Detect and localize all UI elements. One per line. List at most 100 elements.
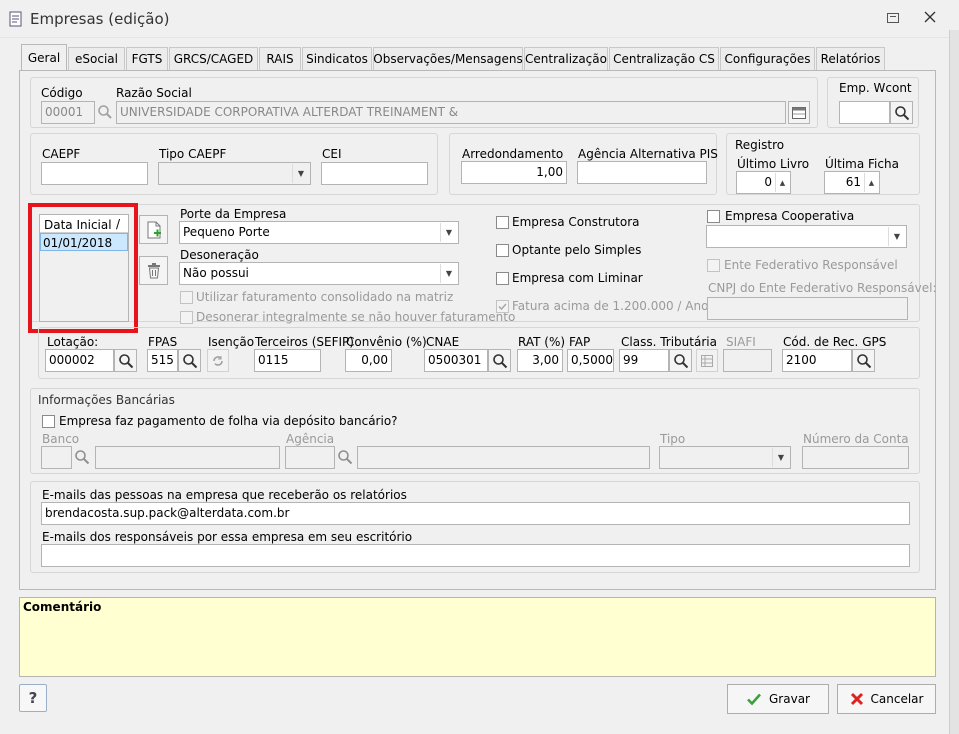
- agencia-pis-field[interactable]: [577, 161, 707, 184]
- faturamento-consolidado-checkbox[interactable]: [180, 291, 193, 304]
- cei-field[interactable]: [321, 162, 428, 185]
- desonerar-integral-checkbox[interactable]: [180, 311, 193, 324]
- search-icon: [673, 353, 688, 368]
- tab-observações-mensagens[interactable]: Observações/Mensagens: [373, 47, 523, 70]
- tab-geral[interactable]: Geral: [21, 44, 67, 71]
- deposito-label: Empresa faz pagamento de folha via depós…: [59, 414, 398, 428]
- search-icon: [856, 353, 871, 368]
- banco-search-icon[interactable]: [74, 449, 90, 465]
- rat-field[interactable]: 3,00: [517, 349, 563, 372]
- close-icon[interactable]: [922, 9, 938, 25]
- class-trib-search-button[interactable]: [669, 349, 692, 372]
- empresa-construtora-checkbox[interactable]: [496, 216, 509, 229]
- siafi-label: SIAFI: [726, 335, 756, 349]
- fatura-acima-checkbox[interactable]: [496, 300, 509, 313]
- tab-fgts[interactable]: FGTS: [126, 47, 168, 70]
- emails-escritorio-field[interactable]: [41, 544, 910, 567]
- new-file-icon: [147, 221, 161, 238]
- emails-escritorio-label: E-mails dos responsáveis por essa empres…: [42, 530, 413, 544]
- restore-icon[interactable]: [887, 13, 899, 23]
- tab-configurações[interactable]: Configurações: [720, 47, 815, 70]
- spinner-icon[interactable]: ▲▼: [864, 173, 878, 192]
- cod-gps-field[interactable]: 2100: [782, 349, 852, 372]
- class-trib-field[interactable]: 99: [619, 349, 669, 372]
- class-trib-table-button[interactable]: [696, 349, 718, 372]
- delete-date-button[interactable]: [139, 256, 168, 285]
- ultimo-livro-field[interactable]: 0▲▼: [736, 171, 791, 194]
- cod-gps-search-button[interactable]: [852, 349, 875, 372]
- fpas-search-button[interactable]: [178, 349, 201, 372]
- siafi-field[interactable]: [723, 349, 772, 372]
- cnpj-ente-label: CNPJ do Ente Federativo Responsável:: [708, 281, 937, 295]
- title-bar: Empresas (edição): [0, 0, 959, 38]
- check-icon: [498, 303, 507, 311]
- banco-code-field[interactable]: [41, 446, 72, 469]
- trash-icon: [147, 262, 160, 278]
- empresa-cooperativa-checkbox[interactable]: [707, 210, 720, 223]
- ente-federativo-checkbox[interactable]: [707, 259, 720, 272]
- search-icon: [492, 353, 507, 368]
- terceiros-field[interactable]: 0115: [254, 349, 321, 372]
- comentario-label: Comentário: [23, 600, 102, 614]
- lotacao-search-button[interactable]: [114, 349, 137, 372]
- caepf-field[interactable]: [41, 162, 148, 185]
- empresa-liminar-checkbox[interactable]: [496, 272, 509, 285]
- tab-esocial[interactable]: eSocial: [68, 47, 125, 70]
- codigo-label: Código: [41, 86, 83, 100]
- cod-gps-label: Cód. de Rec. GPS: [783, 335, 887, 349]
- cei-label: CEI: [322, 147, 342, 161]
- lotacao-field[interactable]: 000002: [45, 349, 114, 372]
- highlight-box: [28, 203, 138, 333]
- fap-field[interactable]: 0,5000: [567, 349, 614, 372]
- razao-field[interactable]: UNIVERSIDADE CORPORATIVA ALTERDAT TREINA…: [116, 101, 786, 124]
- emp-wcont-field[interactable]: [839, 101, 890, 124]
- isencao-label: Isenção: [208, 335, 255, 349]
- arredondamento-field[interactable]: 1,00: [461, 161, 567, 184]
- empresa-construtora-label: Empresa Construtora: [512, 215, 640, 229]
- porte-label: Porte da Empresa: [180, 207, 287, 221]
- ultima-ficha-field[interactable]: 61▲▼: [824, 171, 880, 194]
- cnae-field[interactable]: 0500301: [424, 349, 488, 372]
- cnae-search-button[interactable]: [488, 349, 511, 372]
- porte-select[interactable]: Pequeno Porte ▼: [179, 221, 459, 244]
- tipo-select[interactable]: ▼: [659, 446, 791, 469]
- codigo-field[interactable]: 00001: [41, 101, 95, 124]
- fpas-field[interactable]: 515: [147, 349, 178, 372]
- add-date-button[interactable]: [139, 215, 168, 244]
- agencia-code-field[interactable]: [285, 446, 335, 469]
- razao-table-button[interactable]: [788, 101, 810, 124]
- codigo-search-icon[interactable]: [96, 103, 114, 121]
- cnae-label: CNAE: [426, 335, 460, 349]
- empresa-liminar-label: Empresa com Liminar: [512, 271, 643, 285]
- tab-rais[interactable]: RAIS: [259, 47, 301, 70]
- tipo-caepf-select[interactable]: ▼: [158, 162, 311, 185]
- cancelar-button[interactable]: Cancelar: [837, 684, 936, 714]
- tab-relatórios[interactable]: Relatórios: [816, 47, 885, 70]
- help-button[interactable]: ?: [19, 684, 47, 712]
- agencia-name-field[interactable]: [357, 446, 650, 469]
- convenio-label: Convênio (%): [346, 335, 427, 349]
- isencao-button[interactable]: [207, 349, 229, 372]
- tab-centralização[interactable]: Centralização: [524, 47, 608, 70]
- deposito-checkbox[interactable]: [42, 415, 55, 428]
- emails-empresa-field[interactable]: brendacosta.sup.pack@alterdata.com.br: [41, 502, 910, 525]
- agencia-label: Agência: [286, 432, 335, 446]
- ultima-ficha-label: Última Ficha: [825, 157, 899, 171]
- banco-name-field[interactable]: [95, 446, 280, 469]
- search-icon: [894, 105, 909, 120]
- desoneracao-select[interactable]: Não possui ▼: [179, 262, 459, 285]
- agencia-search-icon[interactable]: [337, 449, 353, 465]
- tab-centralização-cs[interactable]: Centralização CS: [609, 47, 719, 70]
- cnpj-ente-field[interactable]: [707, 297, 908, 320]
- numero-conta-field[interactable]: [802, 446, 909, 469]
- gravar-button[interactable]: Gravar: [727, 684, 829, 714]
- optante-simples-checkbox[interactable]: [496, 244, 509, 257]
- fatura-acima-label: Fatura acima de 1.200.000 / Ano: [512, 299, 709, 313]
- emp-wcont-search-button[interactable]: [890, 101, 913, 124]
- comentario-area[interactable]: Comentário: [19, 597, 936, 677]
- tab-grcs-caged[interactable]: GRCS/CAGED: [169, 47, 258, 70]
- tab-sindicatos[interactable]: Sindicatos: [302, 47, 372, 70]
- spinner-icon[interactable]: ▲▼: [775, 173, 789, 192]
- convenio-field[interactable]: 0,00: [345, 349, 392, 372]
- cooperativa-select[interactable]: ▼: [706, 225, 907, 248]
